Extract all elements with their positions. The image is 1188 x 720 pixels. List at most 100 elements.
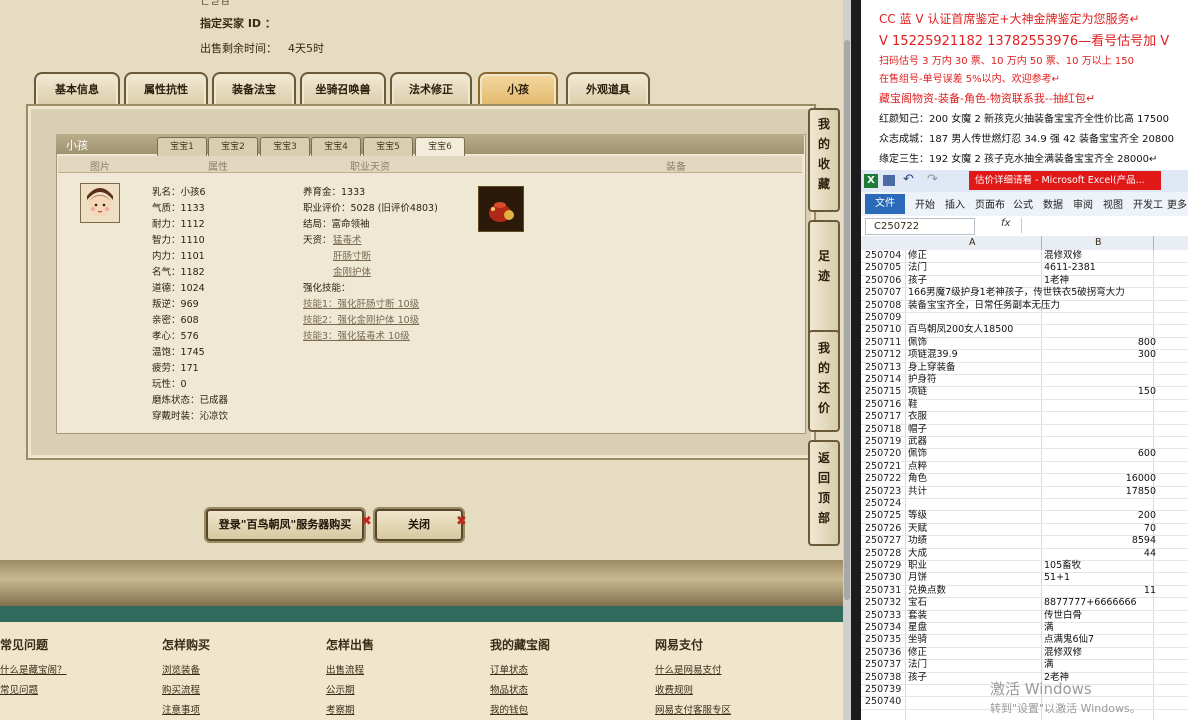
row-number[interactable]: 250726 xyxy=(865,523,905,535)
undo-icon[interactable]: ↶ xyxy=(903,172,914,187)
col-header-a[interactable]: A xyxy=(969,237,976,248)
row-number[interactable]: 250730 xyxy=(865,572,905,584)
baby-tab-4[interactable]: 宝宝4 xyxy=(311,137,361,157)
cell-a[interactable]: 宝石 xyxy=(908,597,927,609)
ribbon-tab[interactable]: 开发工 xyxy=(1133,196,1163,211)
row-number[interactable]: 250709 xyxy=(865,312,905,324)
baby-tab-6[interactable]: 宝宝6 xyxy=(415,137,465,157)
cell-a[interactable]: 帽子 xyxy=(908,424,927,436)
cell-a[interactable]: 法门 xyxy=(908,262,927,274)
footer-link[interactable]: 公示期 xyxy=(326,681,374,701)
cell-b[interactable]: 600 xyxy=(1044,448,1156,460)
cell-a[interactable]: 兑换点数 xyxy=(908,585,946,597)
cell-a[interactable]: 职业 xyxy=(908,560,927,572)
cell-a[interactable]: 法门 xyxy=(908,659,927,671)
cell-b[interactable]: 800 xyxy=(1044,337,1156,349)
table-row[interactable]: 250705 法门 4611-2381 xyxy=(861,262,1188,276)
cell-b[interactable]: 满 xyxy=(1044,659,1156,671)
talent-link[interactable]: 金刚护体 xyxy=(333,264,371,278)
cell-b[interactable]: 混修双修 xyxy=(1044,647,1156,659)
talent-link[interactable]: 猛毒术 xyxy=(333,232,362,246)
table-row[interactable]: 250708 装备宝宝齐全，日常任务副本无压力 xyxy=(861,300,1188,313)
row-number[interactable]: 250724 xyxy=(865,498,905,510)
ribbon-tab[interactable]: 审阅 xyxy=(1073,196,1093,211)
footer-link[interactable]: 出售流程 xyxy=(326,661,374,681)
ribbon-tab[interactable]: 插入 xyxy=(945,196,965,211)
skill-link[interactable]: 技能2：强化金刚护体 10级 xyxy=(303,312,419,326)
row-number[interactable]: 250721 xyxy=(865,461,905,473)
tab-child[interactable]: 小孩 xyxy=(478,72,558,108)
cell-a[interactable]: 坐骑 xyxy=(908,634,927,646)
footer-link[interactable]: 什么是藏宝阁？ xyxy=(0,661,67,681)
footer-link[interactable]: 收费规则 xyxy=(655,681,731,701)
table-row[interactable]: 250735 坐骑 点满鬼6仙7 xyxy=(861,634,1188,648)
cell-b[interactable]: 11 xyxy=(1044,585,1156,597)
cell-a[interactable]: 大成 xyxy=(908,548,927,560)
row-number[interactable]: 250718 xyxy=(865,424,905,436)
cell-a[interactable]: 护身符 xyxy=(908,374,937,386)
cell-a[interactable]: 月饼 xyxy=(908,572,927,584)
cell-a[interactable]: 功绩 xyxy=(908,535,927,547)
cell-b[interactable]: 200 xyxy=(1044,510,1156,522)
cell-b[interactable]: 4611-2381 xyxy=(1044,262,1156,274)
row-number[interactable]: 250708 xyxy=(865,300,905,312)
cell-a[interactable]: 点粹 xyxy=(908,461,927,473)
tab-appearance[interactable]: 外观道具 xyxy=(566,72,650,108)
cell-a[interactable]: 身上穿装备 xyxy=(908,362,956,374)
row-number[interactable]: 250733 xyxy=(865,610,905,622)
row-number[interactable]: 250716 xyxy=(865,399,905,411)
redo-icon[interactable]: ↷ xyxy=(927,172,938,187)
talent-link[interactable]: 肝肠寸断 xyxy=(333,248,371,262)
favorites-button[interactable]: 我的收藏 xyxy=(808,108,840,212)
ribbon-tab[interactable]: 公式 xyxy=(1013,196,1033,211)
close-button[interactable]: 关闭 xyxy=(375,509,463,541)
cell-a[interactable]: 等级 xyxy=(908,510,927,522)
cell-a[interactable]: 武器 xyxy=(908,436,927,448)
cell-a[interactable]: 天赋 xyxy=(908,523,927,535)
tab-mounts[interactable]: 坐骑召唤兽 xyxy=(300,72,386,108)
row-number[interactable]: 250713 xyxy=(865,362,905,374)
footer-link[interactable]: 浏览装备 xyxy=(162,661,210,681)
tab-basic-info[interactable]: 基本信息 xyxy=(34,72,120,108)
row-number[interactable]: 250715 xyxy=(865,386,905,398)
cell-a[interactable]: 佩饰 xyxy=(908,337,927,349)
row-number[interactable]: 250738 xyxy=(865,672,905,684)
cell-b[interactable]: 1老神 xyxy=(1044,275,1156,287)
save-icon[interactable] xyxy=(883,175,895,186)
spreadsheet-grid[interactable]: 250704 修正 混修双修 250705 法门 4611-2381 250706 孩子 1老神… xyxy=(861,250,1188,720)
row-number[interactable]: 250714 xyxy=(865,374,905,386)
cell-b[interactable]: 点满鬼6仙7 xyxy=(1044,634,1156,646)
cell-b[interactable]: 17850 xyxy=(1044,486,1156,498)
footer-link[interactable]: 我的钱包 xyxy=(490,701,550,720)
baby-tab-1[interactable]: 宝宝1 xyxy=(157,137,207,157)
cell-a[interactable]: 修正 xyxy=(908,250,927,262)
row-number[interactable]: 250710 xyxy=(865,324,905,336)
footer-link[interactable]: 什么是网易支付 xyxy=(655,661,731,681)
login-buy-button[interactable]: 登录"百鸟朝凤"服务器购买 xyxy=(206,509,364,541)
scroll-thumb[interactable] xyxy=(844,40,850,600)
table-row[interactable]: 250737 法门 满 xyxy=(861,659,1188,673)
ribbon-tab[interactable]: 视图 xyxy=(1103,196,1123,211)
table-row[interactable]: 250707 166男魔7级护身1老神孩子，传世铁衣5破拐弯大力 xyxy=(861,287,1188,301)
cell-b[interactable]: 8877777+6666666 xyxy=(1044,597,1156,609)
tab-spell-fix[interactable]: 法术修正 xyxy=(390,72,472,108)
cell-a[interactable]: 装备宝宝齐全，日常任务副本无压力 xyxy=(908,300,1060,312)
formula-input[interactable] xyxy=(1021,218,1186,233)
ribbon-tab-file[interactable]: 文件 xyxy=(865,194,905,214)
row-number[interactable]: 250735 xyxy=(865,634,905,646)
page-scrollbar[interactable] xyxy=(843,0,851,720)
row-number[interactable]: 250732 xyxy=(865,597,905,609)
row-number[interactable]: 250727 xyxy=(865,535,905,547)
table-row[interactable]: 250725 等级 200 xyxy=(861,510,1188,524)
table-row[interactable]: 250718 帽子 xyxy=(861,424,1188,437)
table-row[interactable]: 250723 共计 17850 xyxy=(861,486,1188,499)
cell-b[interactable]: 满 xyxy=(1044,622,1156,634)
table-row[interactable]: 250728 大成 44 xyxy=(861,548,1188,561)
back-to-top-button[interactable]: 返回顶部 xyxy=(808,440,840,546)
cell-a[interactable]: 角色 xyxy=(908,473,927,485)
footer-link[interactable]: 物品状态 xyxy=(490,681,550,701)
tab-attributes[interactable]: 属性抗性 xyxy=(124,72,208,108)
footer-link[interactable]: 考察期 xyxy=(326,701,374,720)
cell-b[interactable]: 150 xyxy=(1044,386,1156,398)
row-number[interactable]: 250734 xyxy=(865,622,905,634)
